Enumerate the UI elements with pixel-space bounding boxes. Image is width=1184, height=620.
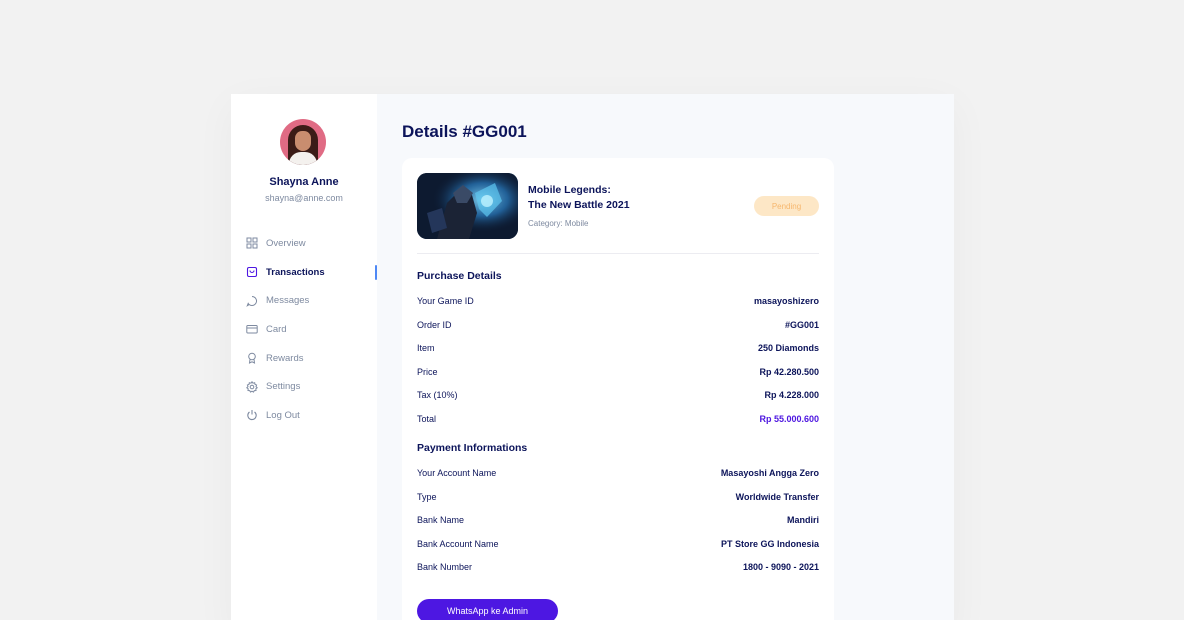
sidebar: Shayna Anne shayna@anne.com Overview Tra… (231, 94, 377, 620)
row-value: masayoshizero (753, 296, 819, 306)
main-content: Details #GG001 Mobile Legends: The New B… (377, 94, 954, 620)
details-card: Mobile Legends: The New Battle 2021 Cate… (402, 158, 834, 620)
card-icon (246, 325, 258, 334)
purchase-row-order-id: Order ID #GG001 (417, 318, 819, 332)
sidebar-item-logout[interactable]: Log Out (231, 401, 377, 430)
row-label: Total (417, 413, 437, 424)
row-value: Mandiri (786, 515, 819, 525)
purchase-row-game-id: Your Game ID masayoshizero (417, 294, 819, 308)
sidebar-item-transactions[interactable]: Transactions (231, 258, 377, 287)
page-title: Details #GG001 (402, 122, 527, 141)
row-value: 1800 - 9090 - 2021 (742, 562, 819, 572)
purchase-details-title: Purchase Details (417, 270, 502, 282)
user-name: Shayna Anne (269, 176, 339, 188)
game-thumbnail (417, 173, 518, 239)
avatar-face (295, 131, 311, 151)
payment-row-bank-account-name: Bank Account Name PT Store GG Indonesia (417, 537, 819, 551)
chat-icon (246, 295, 257, 307)
sidebar-item-rewards[interactable]: Rewards (231, 344, 377, 373)
sidebar-item-label: Messages (266, 295, 310, 307)
whatsapp-admin-button[interactable]: WhatsApp ke Admin (417, 599, 558, 620)
avatar-body (289, 152, 317, 165)
game-title-line-2: The New Battle 2021 (528, 199, 630, 211)
row-label: Order ID (417, 319, 452, 330)
power-icon (247, 410, 257, 421)
payment-row-bank-name: Bank Name Mandiri (417, 513, 819, 527)
grid-icon (246, 237, 258, 249)
row-value: #GG001 (784, 319, 819, 330)
game-category: Category: Mobile (528, 219, 589, 228)
row-label: Your Game ID (417, 296, 474, 306)
row-label: Item (417, 343, 435, 353)
purchase-row-price: Price Rp 42.280.500 (417, 365, 819, 379)
purchase-row-tax: Tax (10%) Rp 4.228.000 (417, 388, 819, 402)
row-label: Bank Account Name (417, 538, 499, 549)
row-label: Tax (10%) (417, 390, 458, 400)
sidebar-item-settings[interactable]: Settings (231, 372, 377, 401)
row-value: Rp 42.280.500 (759, 366, 819, 377)
sidebar-item-label: Settings (266, 381, 301, 393)
award-icon (248, 352, 256, 364)
purchase-row-item: Item 250 Diamonds (417, 341, 819, 355)
sidebar-item-label: Overview (266, 237, 306, 249)
sidebar-item-card[interactable]: Card (231, 315, 377, 344)
row-value: PT Store GG Indonesia (720, 538, 819, 549)
sidebar-item-label: Card (266, 323, 287, 335)
payment-row-type: Type Worldwide Transfer (417, 490, 819, 504)
game-title: Mobile Legends: The New Battle 2021 (528, 183, 678, 213)
sidebar-item-label: Rewards (266, 352, 304, 364)
gear-icon (246, 380, 258, 393)
sidebar-item-label: Transactions (266, 266, 325, 278)
sidebar-item-overview[interactable]: Overview (231, 229, 377, 258)
row-label: Bank Name (417, 515, 465, 525)
avatar[interactable] (280, 119, 326, 165)
row-value: 250 Diamonds (757, 343, 819, 353)
divider (417, 253, 819, 254)
row-label: Price (417, 366, 438, 377)
row-label: Your Account Name (417, 468, 497, 478)
status-badge: Pending (754, 196, 819, 216)
payment-row-account-name: Your Account Name Masayoshi Angga Zero (417, 466, 819, 480)
payment-informations-title: Payment Informations (417, 442, 528, 454)
sidebar-nav: Overview Transactions Messages Card Rewa… (231, 229, 377, 430)
game-art-image (417, 173, 518, 239)
game-title-line-1: Mobile Legends: (528, 184, 611, 196)
row-value: Worldwide Transfer (735, 491, 819, 502)
bag-icon (246, 266, 258, 278)
row-value: Rp 4.228.000 (764, 390, 819, 400)
row-value: Masayoshi Angga Zero (720, 468, 819, 478)
total-value: Rp 55.000.600 (759, 413, 819, 424)
user-email: shayna@anne.com (265, 193, 343, 203)
sidebar-item-messages[interactable]: Messages (231, 286, 377, 315)
purchase-row-total: Total Rp 55.000.600 (417, 412, 819, 426)
payment-row-bank-number: Bank Number 1800 - 9090 - 2021 (417, 560, 819, 574)
row-label: Type (417, 491, 437, 502)
sidebar-item-label: Log Out (266, 409, 300, 421)
row-label: Bank Number (417, 562, 473, 572)
app-window: Shayna Anne shayna@anne.com Overview Tra… (231, 94, 954, 620)
